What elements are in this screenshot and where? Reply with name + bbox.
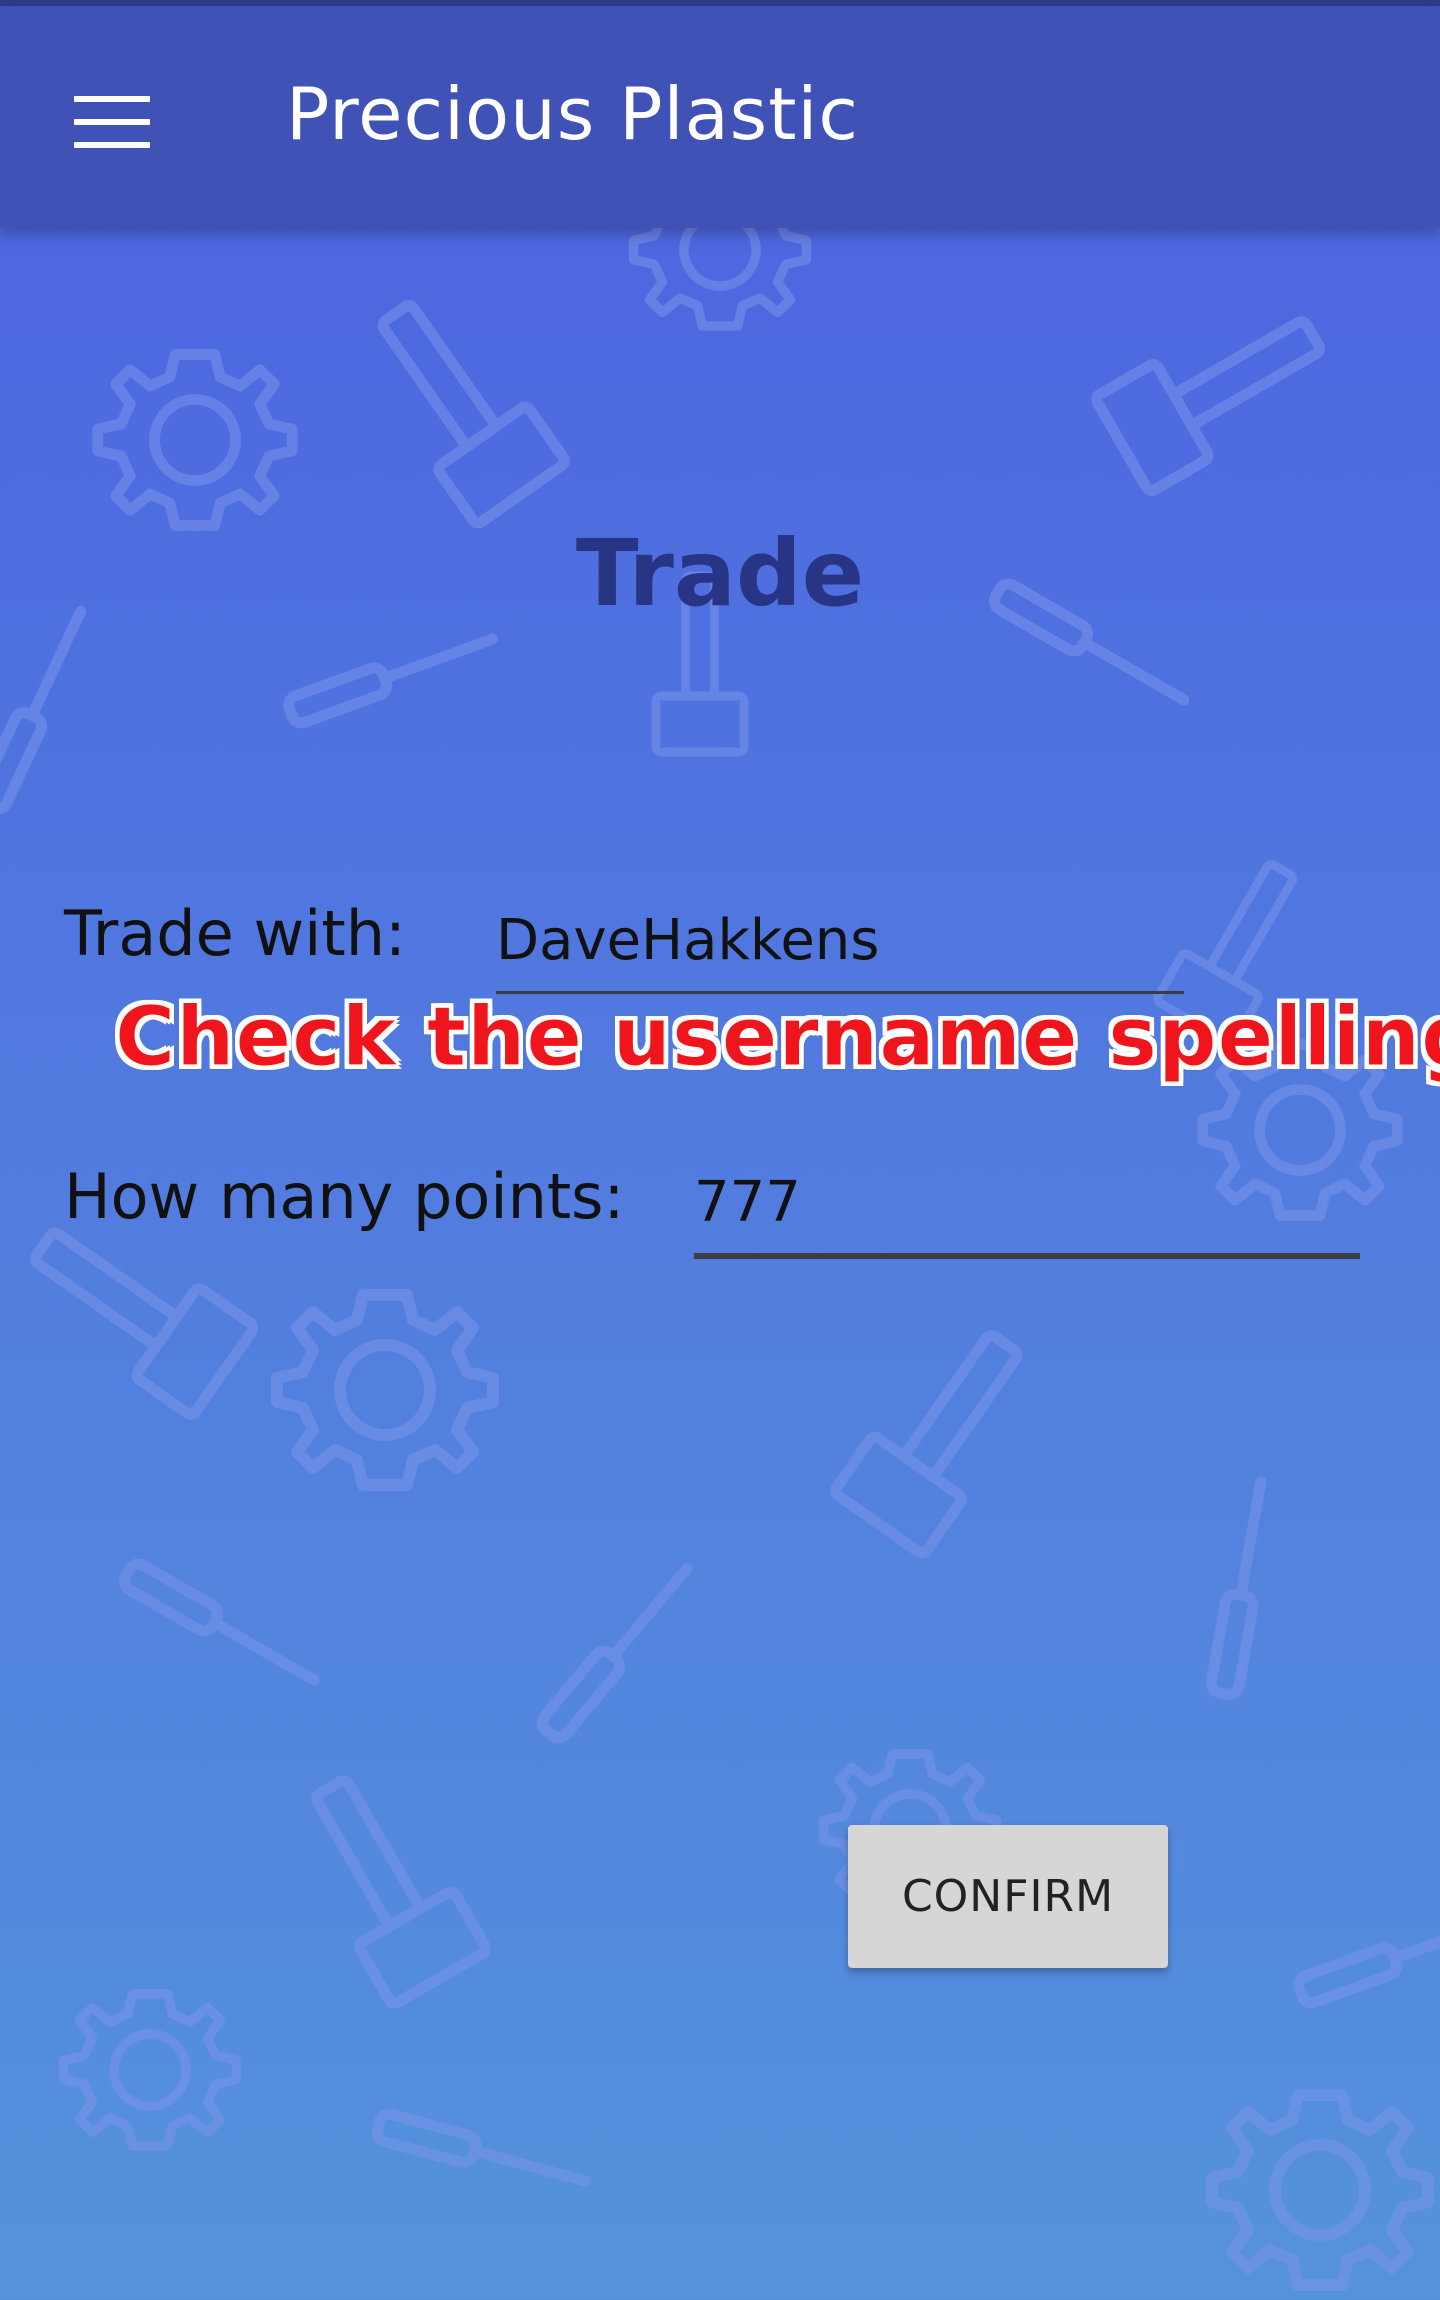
app-title: Precious Plastic <box>286 72 860 156</box>
page-title: Trade <box>575 520 865 627</box>
points-underline <box>694 1253 1360 1259</box>
trade-with-label: Trade with: <box>64 897 406 970</box>
points-label: How many points: <box>64 1160 625 1233</box>
confirm-button[interactable]: CONFIRM <box>848 1825 1168 1968</box>
username-warning: Check the username spelling <box>115 990 1440 1086</box>
points-input[interactable]: 777 <box>694 1170 801 1235</box>
hamburger-menu-icon[interactable] <box>52 68 172 178</box>
app-bar: Precious Plastic <box>0 6 1440 228</box>
trade-with-input[interactable]: DaveHakkens <box>496 908 879 973</box>
tools-pattern-background <box>0 0 1440 2300</box>
